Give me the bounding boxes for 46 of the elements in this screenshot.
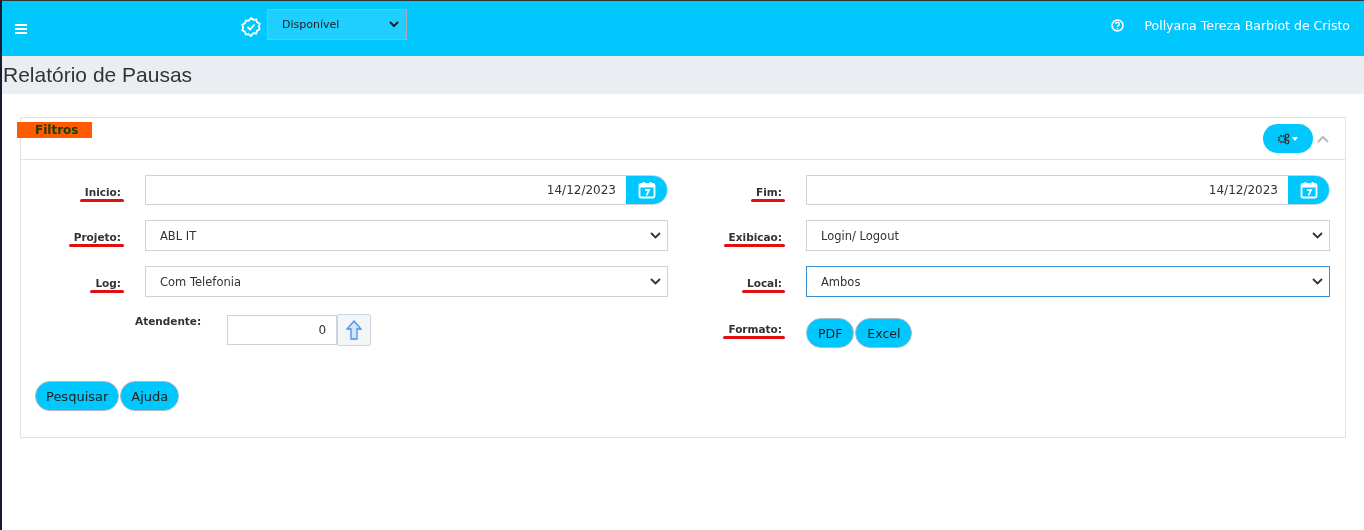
select-dropdown[interactable]: Com Telefonia <box>145 266 668 297</box>
gears-icon <box>1277 132 1299 145</box>
settings-dropdown-button[interactable] <box>1263 124 1313 153</box>
date-field[interactable]: 14/12/2023 <box>806 175 1330 205</box>
chevron-down-icon <box>650 232 661 239</box>
underline-mark <box>723 244 785 247</box>
field-label: Inicio: <box>84 186 121 198</box>
format-button[interactable]: PDF <box>806 318 855 348</box>
page-title: Relatório de Pausas <box>2 63 193 87</box>
date-field[interactable]: 14/12/2023 <box>145 175 668 205</box>
status-dropdown[interactable]: Disponível <box>267 9 407 40</box>
calendar-button[interactable] <box>1288 176 1329 204</box>
chevron-down-icon <box>1312 232 1323 239</box>
chevron-down-icon <box>650 278 661 285</box>
field-label: Exibicao: <box>728 231 782 243</box>
calendar-button[interactable] <box>626 176 667 204</box>
panel-title: Filtros <box>17 122 93 138</box>
field-label: Fim: <box>756 186 782 198</box>
underline-mark <box>90 290 124 293</box>
underline-mark <box>68 244 124 247</box>
format-button[interactable]: Excel <box>855 318 913 348</box>
field-label: Log: <box>95 277 121 289</box>
check-badge-icon <box>241 16 261 37</box>
select-dropdown[interactable]: ABL IT <box>145 220 668 251</box>
calendar-icon <box>637 181 656 199</box>
action-button[interactable]: Pesquisar <box>35 381 120 411</box>
action-button[interactable]: Ajuda <box>120 381 180 411</box>
underline-mark <box>723 336 785 339</box>
field-label: Projeto: <box>73 231 121 243</box>
chevron-down-icon <box>389 21 399 28</box>
field-label: Local: <box>747 277 782 289</box>
up-arrow-icon <box>346 320 363 340</box>
menu-icon[interactable] <box>15 23 27 34</box>
help-icon[interactable] <box>1111 19 1125 32</box>
chevron-down-icon <box>1312 278 1323 285</box>
calendar-icon <box>1299 181 1318 199</box>
field-label: Formato: <box>728 323 782 335</box>
select-dropdown[interactable]: Login/ Logout <box>806 220 1330 251</box>
arrow-button[interactable] <box>337 314 372 346</box>
chevron-up-icon[interactable] <box>1317 134 1329 143</box>
field-label: Atendente: <box>135 315 202 327</box>
number-field[interactable]: 0 <box>227 315 338 345</box>
select-dropdown[interactable]: Ambos <box>806 266 1330 297</box>
underline-mark <box>742 290 785 293</box>
underline-mark <box>79 199 124 202</box>
underline-mark <box>751 199 785 202</box>
